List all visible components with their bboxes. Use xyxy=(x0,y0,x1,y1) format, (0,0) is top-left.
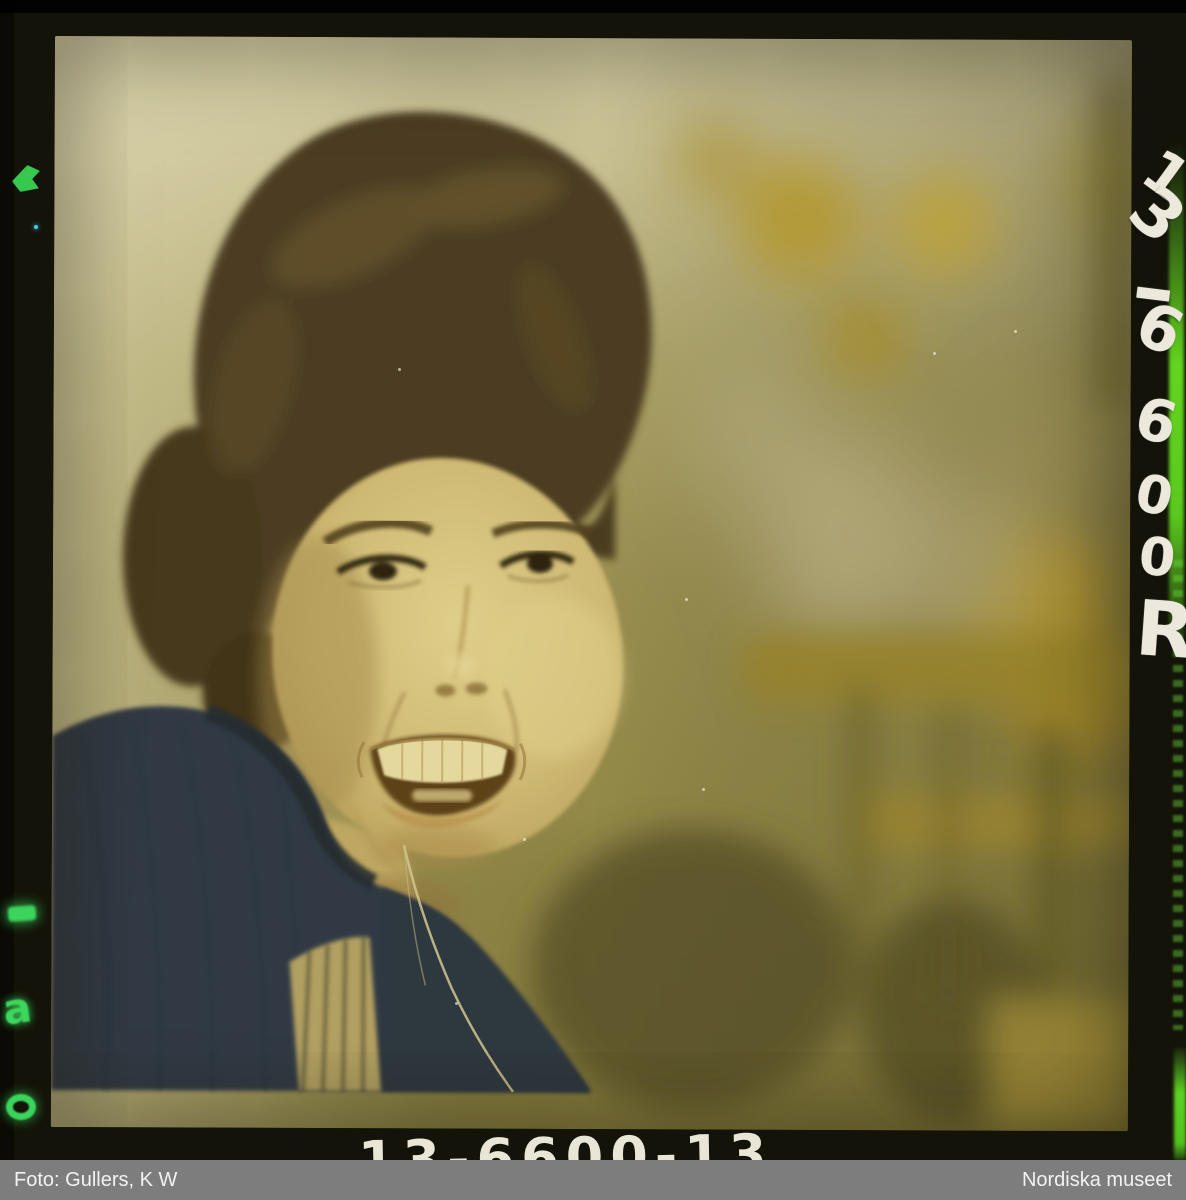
green-letter-edge-mark: a xyxy=(0,986,34,1032)
museum-credit: Nordiska museet xyxy=(1022,1160,1172,1200)
green-arrow-edge-mark xyxy=(12,165,40,192)
green-ring-edge-mark xyxy=(6,1094,36,1120)
cyan-dot-edge-mark xyxy=(34,225,38,229)
film-frame-top-edge xyxy=(0,0,1186,13)
film-code-char: 0 xyxy=(1136,530,1177,585)
green-bar-edge-mark xyxy=(8,905,37,922)
dust-speck xyxy=(455,1002,458,1005)
photographer-credit: Foto: Gullers, K W xyxy=(14,1160,177,1200)
dust-speck xyxy=(933,352,936,355)
green-film-strip-lower xyxy=(1174,1048,1186,1160)
caption-bar: Foto: Gullers, K W Nordiska museet xyxy=(0,1160,1186,1200)
photograph-scene xyxy=(51,36,1132,1131)
colour-cast-overlay xyxy=(51,36,1132,1131)
dust-speck xyxy=(398,368,401,371)
dust-speck xyxy=(523,838,526,841)
dust-speck xyxy=(702,788,705,791)
film-scan: a 1 3 - 6 6 0 0 R 13-6600-13 Foto: Gulle… xyxy=(0,0,1186,1200)
photograph xyxy=(51,36,1132,1131)
film-code-char: R xyxy=(1133,590,1186,670)
dust-speck xyxy=(1014,330,1017,333)
dust-speck xyxy=(685,598,688,601)
